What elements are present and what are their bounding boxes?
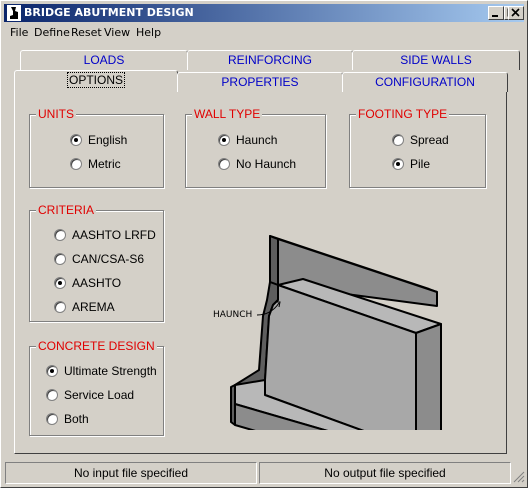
resize-grip-icon[interactable] <box>513 471 525 483</box>
concrete-design-group-title: CONCRETE DESIGN <box>36 339 157 353</box>
menu-define[interactable]: Define <box>34 26 70 39</box>
radio-dot <box>222 138 226 142</box>
tab-reinforcing[interactable]: REINFORCING <box>187 50 353 70</box>
menu-view[interactable]: View <box>104 26 130 39</box>
tab-loads[interactable]: LOADS <box>20 50 188 70</box>
radio-dot <box>58 281 62 285</box>
menu-file[interactable]: File <box>10 26 28 39</box>
criteria-group: CRITERIA AASHTO LRFD CAN/CSA-S6 AASHTO A… <box>29 203 164 322</box>
tab-options[interactable]: OPTIONS <box>14 70 178 92</box>
haunch-leader-arrow <box>257 301 281 316</box>
minimize-button[interactable] <box>488 6 504 20</box>
radio-dot <box>50 369 54 373</box>
title-bar[interactable]: BRIDGE ABUTMENT DESIGN <box>4 4 524 22</box>
close-button[interactable] <box>508 6 524 20</box>
tab-configuration[interactable]: CONFIGURATION <box>342 72 508 92</box>
criteria-group-title: CRITERIA <box>36 203 97 217</box>
units-group: UNITS English Metric <box>29 107 164 188</box>
app-icon <box>7 5 21 21</box>
haunch-label: HAUNCH <box>213 310 253 320</box>
app-window: BRIDGE ABUTMENT DESIGN File Define Reset… <box>0 0 528 488</box>
minimize-icon <box>492 15 498 17</box>
status-output-file: No output file specified <box>259 462 511 484</box>
tab-properties[interactable]: PROPERTIES <box>177 72 343 92</box>
footing-type-group: FOOTING TYPE Spread Pile <box>349 107 486 188</box>
footing-type-group-title: FOOTING TYPE <box>356 107 450 121</box>
menu-bar: File Define Reset View Help <box>4 23 524 41</box>
status-input-file: No input file specified <box>5 462 257 484</box>
concrete-design-group: CONCRETE DESIGN Ultimate Strength Servic… <box>29 339 164 436</box>
abutment-diagram <box>230 235 442 430</box>
radio-dot <box>74 138 78 142</box>
menu-reset[interactable]: Reset <box>71 26 102 39</box>
close-icon <box>511 8 520 17</box>
window-title: BRIDGE ABUTMENT DESIGN <box>24 6 194 19</box>
units-group-title: UNITS <box>36 107 76 121</box>
options-panel: UNITS English Metric WALL TYPE Haunch No… <box>14 91 507 454</box>
wall-type-group-title: WALL TYPE <box>192 107 263 121</box>
menu-help[interactable]: Help <box>136 26 161 39</box>
wall-type-group: WALL TYPE Haunch No Haunch <box>185 107 326 188</box>
radio-dot <box>396 162 400 166</box>
tab-side-walls[interactable]: SIDE WALLS <box>352 50 520 70</box>
